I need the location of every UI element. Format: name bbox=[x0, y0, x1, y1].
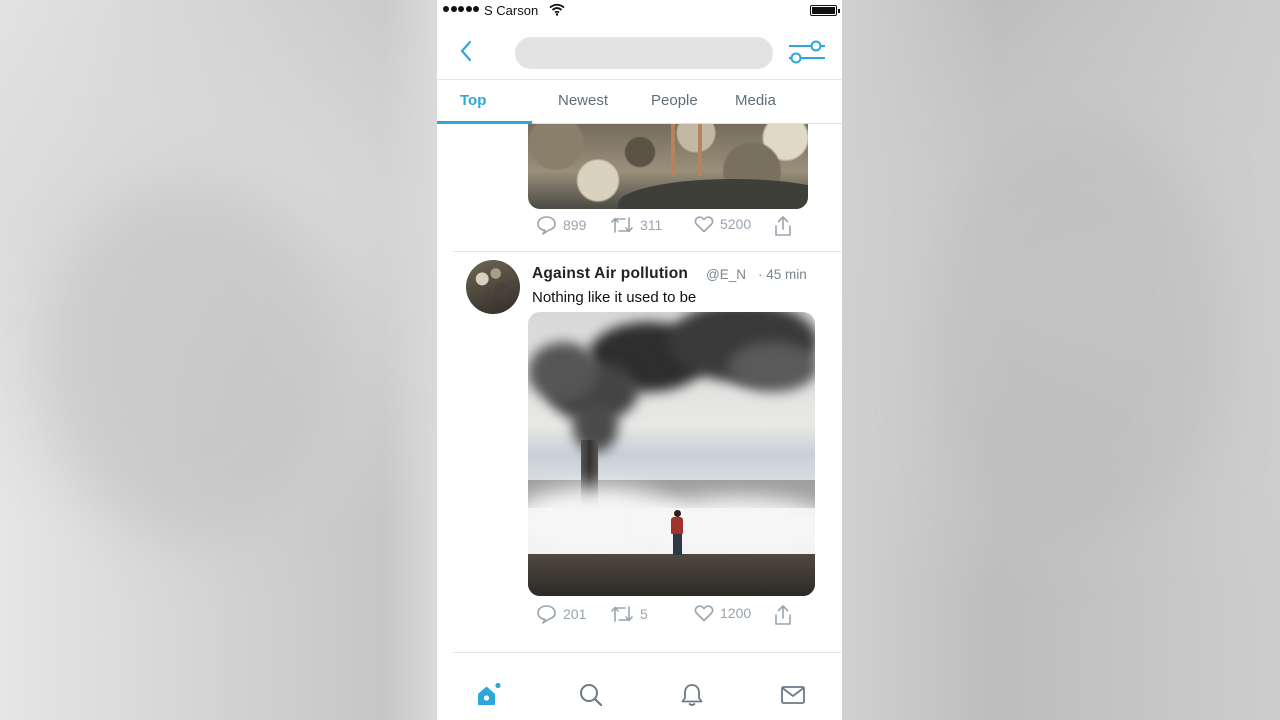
tweet-timestamp: · 45 min bbox=[758, 267, 807, 282]
share-icon bbox=[775, 605, 791, 625]
status-bar: S Carson bbox=[437, 0, 842, 22]
search-input[interactable] bbox=[515, 37, 773, 69]
reply-count: 201 bbox=[563, 606, 587, 622]
like-count: 1200 bbox=[720, 605, 752, 621]
reply-count: 899 bbox=[563, 217, 587, 233]
heart-icon bbox=[694, 216, 714, 233]
tab-top[interactable]: Top bbox=[460, 92, 486, 109]
tweet[interactable]: Against Air pollution @E_N · 45 min Noth… bbox=[437, 252, 842, 652]
tweet-image[interactable] bbox=[528, 312, 815, 596]
tweet-divider bbox=[453, 652, 842, 653]
battery-icon bbox=[810, 5, 840, 16]
like-count: 5200 bbox=[720, 216, 752, 232]
tab-newest[interactable]: Newest bbox=[558, 92, 608, 109]
tweet-actions: 899 311 5200 bbox=[536, 215, 806, 237]
like-button[interactable]: 1200 bbox=[694, 604, 751, 622]
search-icon[interactable] bbox=[578, 682, 604, 708]
heart-icon bbox=[694, 605, 714, 622]
tweet-author-name[interactable]: Against Air pollution bbox=[532, 265, 688, 283]
share-button[interactable] bbox=[773, 604, 793, 626]
retweet-count: 5 bbox=[640, 606, 648, 622]
reply-button[interactable]: 201 bbox=[536, 604, 586, 624]
bell-icon[interactable] bbox=[679, 682, 705, 708]
signal-strength-icon bbox=[443, 6, 479, 12]
avatar[interactable] bbox=[466, 260, 520, 314]
phone-screen: S Carson Top Newest People Media 899 311… bbox=[437, 0, 842, 720]
background-blur bbox=[40, 180, 340, 540]
filter-settings-icon[interactable] bbox=[787, 40, 827, 66]
search-tabs: Top Newest People Media bbox=[437, 80, 842, 124]
back-arrow-icon[interactable] bbox=[455, 38, 477, 64]
tweet-time-value: 45 min bbox=[766, 267, 807, 282]
tab-media[interactable]: Media bbox=[735, 92, 776, 109]
wifi-icon bbox=[549, 3, 565, 16]
tweet-actions: 201 5 1200 bbox=[536, 604, 806, 626]
retweet-count: 311 bbox=[640, 217, 663, 233]
mail-icon[interactable] bbox=[780, 682, 806, 708]
bottom-tab-bar bbox=[437, 664, 842, 720]
background-blur bbox=[930, 120, 1230, 540]
tweet-author-handle[interactable]: @E_N bbox=[706, 267, 746, 282]
search-header bbox=[437, 22, 842, 80]
retweet-icon bbox=[611, 606, 633, 622]
retweet-button[interactable]: 311 bbox=[610, 215, 662, 235]
tweet-feed[interactable]: 899 311 5200 Against Air pollution @E_N … bbox=[437, 124, 842, 664]
retweet-button[interactable]: 5 bbox=[610, 604, 648, 624]
tab-people[interactable]: People bbox=[651, 92, 698, 109]
home-icon[interactable] bbox=[475, 682, 501, 708]
reply-icon bbox=[537, 216, 556, 235]
share-button[interactable] bbox=[773, 215, 793, 237]
person-figure bbox=[671, 510, 683, 556]
share-icon bbox=[775, 216, 791, 236]
reply-button[interactable]: 899 bbox=[536, 215, 586, 235]
tweet-image[interactable] bbox=[528, 124, 808, 209]
tweet-text: Nothing like it used to be bbox=[532, 289, 697, 306]
carrier-name: S Carson bbox=[484, 3, 539, 18]
reply-icon bbox=[537, 605, 556, 624]
retweet-icon bbox=[611, 217, 633, 233]
like-button[interactable]: 5200 bbox=[694, 215, 751, 233]
